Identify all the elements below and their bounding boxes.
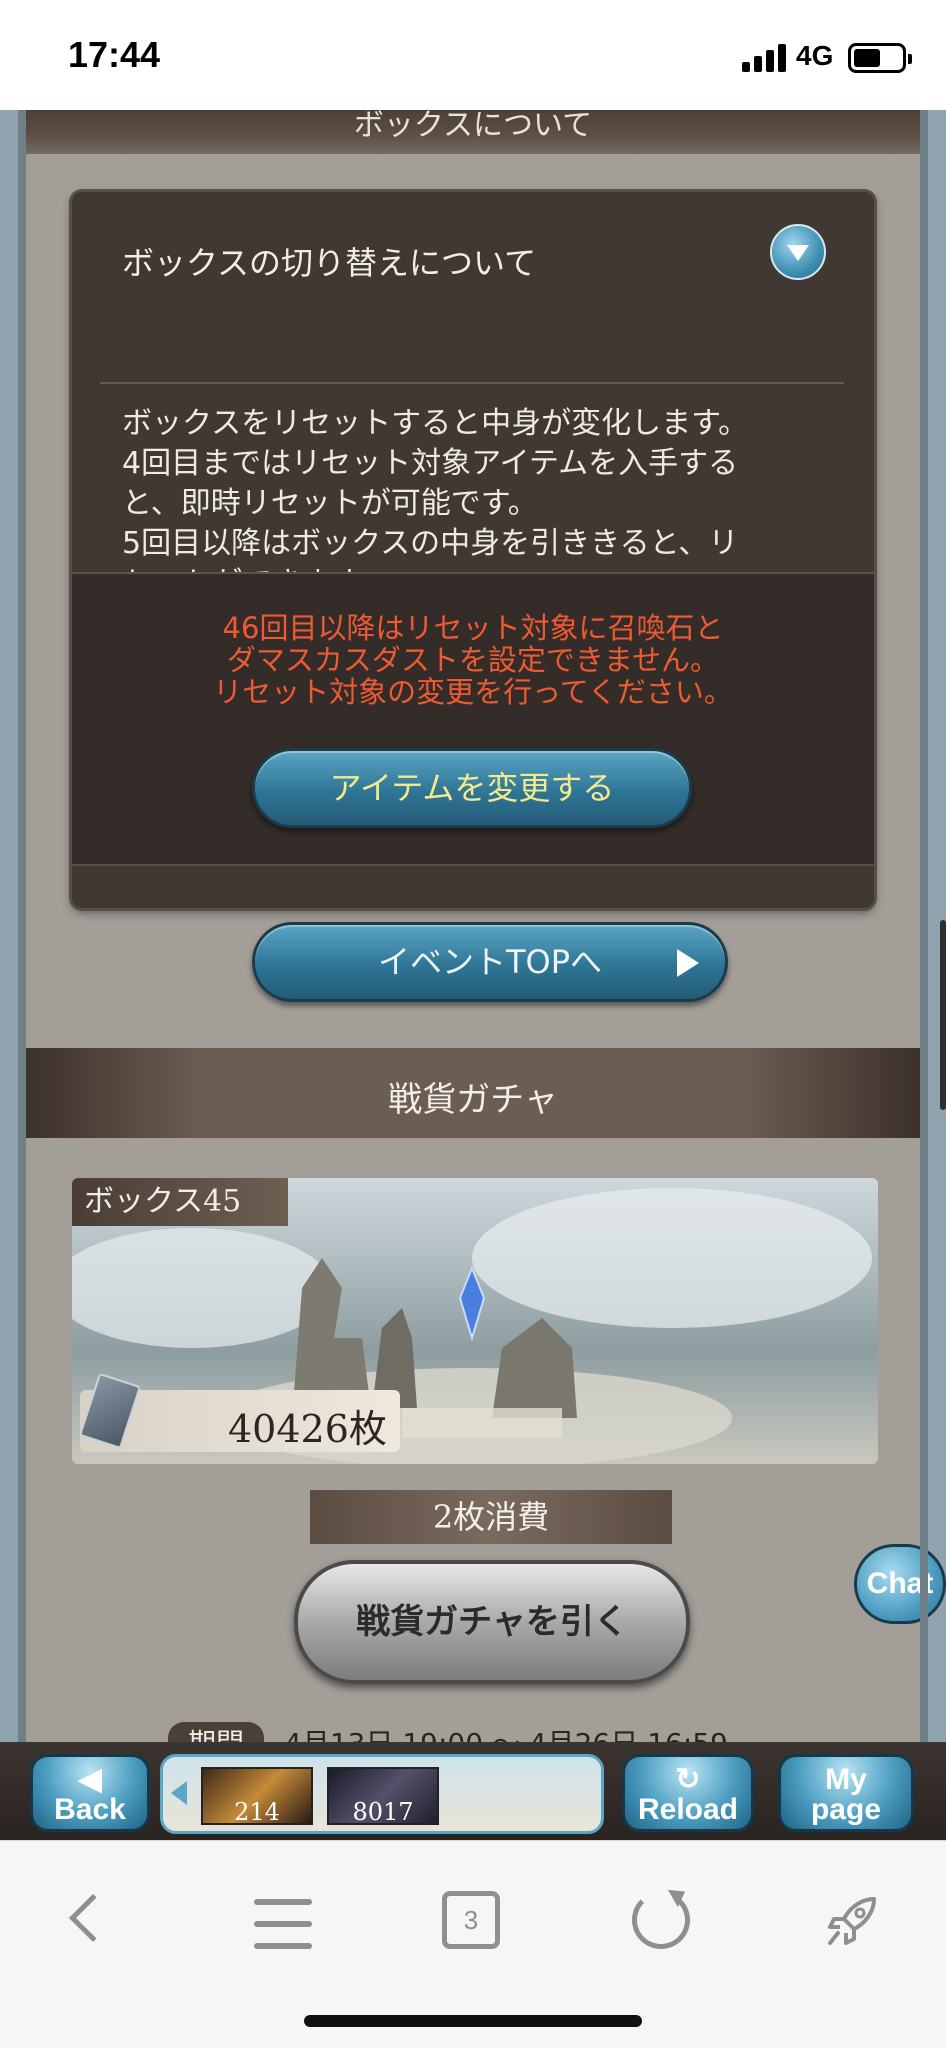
home-indicator <box>304 2015 642 2027</box>
crystal-item-icon[interactable]: 214 <box>201 1767 313 1825</box>
back-button[interactable]: ◀ Back <box>30 1754 150 1832</box>
box-switch-title: ボックスの切り替えについて <box>122 244 537 282</box>
reload-button[interactable]: ↻ Reload <box>622 1754 754 1832</box>
warning-line: リセット対象の変更を行ってください。 <box>213 675 733 709</box>
description-line: ボックスをリセットすると中身が変化します。 <box>122 406 749 441</box>
description-line: 4回目まではリセット対象アイテムを入手する <box>122 446 739 481</box>
gacha-section-header: 戦貨ガチャ <box>26 1048 920 1138</box>
tray-left-arrow-icon[interactable] <box>171 1781 187 1805</box>
reload-icon[interactable] <box>632 1891 690 1949</box>
signal-icon <box>742 44 786 72</box>
collapse-toggle-icon[interactable] <box>770 224 826 280</box>
back-chevron-icon[interactable] <box>68 1893 118 1943</box>
status-bar: 17:44 4G <box>0 0 946 110</box>
browser-toolbar: 3 <box>0 1840 946 2048</box>
mypage-button[interactable]: My page <box>778 1754 914 1832</box>
warning-message: 46回目以降はリセット対象に召喚石と ダマスカスダストを設定できません。 リセッ… <box>72 612 874 708</box>
game-content: ボックスについて ボックスの切り替えについて ボックスをリセットすると中身が変化… <box>18 110 946 1840</box>
mypage-label: page <box>810 1793 882 1826</box>
mypage-label: My <box>825 1763 867 1796</box>
event-top-label: イベントTOPへ <box>377 943 603 981</box>
screen: 17:44 4G ボックスについて ボックスの切り替えについて ボックスをリセッ… <box>0 0 946 2048</box>
back-label: Back <box>54 1793 126 1826</box>
draw-cost: 2枚消費 <box>310 1490 672 1544</box>
reload-label: Reload <box>637 1793 739 1826</box>
chat-button[interactable]: Chat <box>854 1544 946 1624</box>
scrollbar[interactable] <box>940 920 946 1110</box>
divider <box>100 382 844 384</box>
play-arrow-icon <box>677 949 699 977</box>
item-count: 8017 <box>352 1798 414 1826</box>
draw-gacha-label: 戦貨ガチャを引く <box>356 1602 628 1642</box>
status-time: 17:44 <box>68 34 161 75</box>
draw-gacha-button[interactable]: 戦貨ガチャを引く <box>294 1560 690 1684</box>
game-footer-bar: ◀ Back 214 8017 ↻ Reload My page <box>0 1742 946 1840</box>
divider <box>72 864 874 866</box>
battery-icon <box>848 43 912 73</box>
change-item-button[interactable]: アイテムを変更する <box>252 748 692 828</box>
item-count: 214 <box>234 1798 280 1826</box>
top-section-title: ボックスについて <box>353 110 593 143</box>
box-switch-panel: ボックスの切り替えについて ボックスをリセットすると中身が変化します。 4回目ま… <box>72 192 874 908</box>
ticket-count: 40426枚 <box>228 1407 387 1451</box>
top-section-header: ボックスについて <box>26 110 920 154</box>
rocket-icon[interactable] <box>822 1891 882 1951</box>
card-item-icon[interactable]: 8017 <box>327 1767 439 1825</box>
event-top-button[interactable]: イベントTOPへ <box>252 922 728 1002</box>
gacha-section-title: 戦貨ガチャ <box>388 1080 558 1120</box>
gacha-box-banner: ボックス45 40426枚 <box>72 1178 878 1464</box>
box-number-label: ボックス45 <box>72 1178 288 1226</box>
description-line: 5回目以降はボックスの中身を引ききると、リ <box>122 526 739 561</box>
menu-icon[interactable] <box>254 1899 312 1951</box>
item-tray: 214 8017 <box>160 1754 604 1834</box>
warning-line: ダマスカスダストを設定できません。 <box>226 643 720 677</box>
network-type: 4G <box>796 40 834 71</box>
description-line: と、即時リセットが可能です。 <box>122 486 538 521</box>
tabs-icon[interactable]: 3 <box>442 1891 500 1949</box>
warning-line: 46回目以降はリセット対象に召喚石と <box>222 611 724 645</box>
game-view: ボックスについて ボックスの切り替えについて ボックスをリセットすると中身が変化… <box>0 110 946 1840</box>
